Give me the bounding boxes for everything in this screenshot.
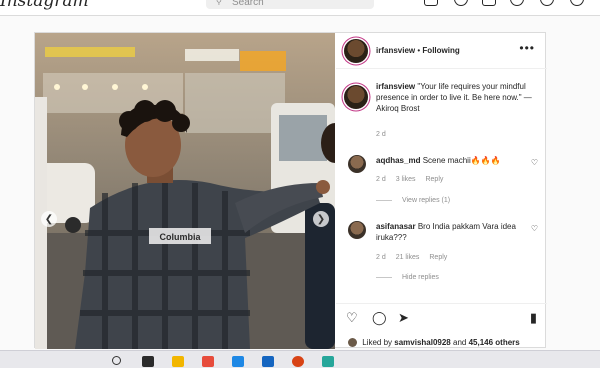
following-button[interactable]: Following xyxy=(422,46,459,55)
comment-avatar[interactable] xyxy=(348,221,366,239)
taskbar-search-icon[interactable] xyxy=(112,356,121,365)
app-icon[interactable] xyxy=(322,356,334,367)
activity-heart-icon[interactable] xyxy=(540,0,554,6)
new-post-icon[interactable] xyxy=(482,0,496,6)
shirt-logo-text: Columbia xyxy=(159,232,201,242)
search-placeholder: Search xyxy=(232,0,264,8)
search-icon: ⚲ xyxy=(216,0,222,6)
store-icon[interactable] xyxy=(202,356,214,367)
replies-line xyxy=(376,276,392,278)
author-avatar[interactable] xyxy=(344,39,368,63)
comment-username[interactable]: asifanasar xyxy=(376,222,416,231)
taskbar xyxy=(0,350,600,368)
author-username[interactable]: irfansview xyxy=(376,46,415,55)
comment-2: asifanasar Bro India pakkam Vara idea ir… xyxy=(376,221,536,243)
chrome-icon[interactable] xyxy=(292,356,304,367)
comment-reply-button[interactable]: Reply xyxy=(425,176,443,183)
share-icon[interactable]: ➤ xyxy=(398,310,409,326)
search-input[interactable]: ⚲ Search xyxy=(206,0,374,9)
more-options-icon[interactable]: ••• xyxy=(519,41,535,55)
home-icon[interactable] xyxy=(424,0,438,6)
photo-illustration: Columbia xyxy=(35,33,335,349)
post-header: irfansview • Following ••• xyxy=(336,33,547,69)
comment-likes[interactable]: 3 likes xyxy=(396,176,416,183)
replies-line xyxy=(376,199,392,201)
explore-icon[interactable] xyxy=(510,0,524,6)
comment-like-icon[interactable]: ♡ xyxy=(531,224,538,233)
liked-by-avatar xyxy=(348,338,357,348)
view-replies-label[interactable]: View replies (1) xyxy=(402,197,450,204)
view-replies[interactable]: View replies (1) xyxy=(376,197,450,204)
nav-icons xyxy=(424,0,592,8)
liked-by-count[interactable]: 45,146 others xyxy=(469,338,520,347)
post-side-pane: irfansview • Following ••• irfansview "Y… xyxy=(336,33,547,349)
top-navbar: Instagram ⚲ Search xyxy=(0,0,600,16)
profile-avatar-icon[interactable] xyxy=(570,0,584,6)
like-heart-icon[interactable]: ♡ xyxy=(346,310,358,326)
hide-replies-label[interactable]: Hide replies xyxy=(402,274,439,281)
task-view-icon[interactable] xyxy=(142,356,154,367)
liked-by-prefix: Liked by xyxy=(362,338,393,347)
comment-like-icon[interactable]: ♡ xyxy=(531,158,538,167)
caption: irfansview "Your life requires your mind… xyxy=(376,81,541,114)
post-actions: ♡ ◯ ➤ ▮ Liked by samvishal0928 and 45,14… xyxy=(336,303,547,349)
hide-replies[interactable]: Hide replies xyxy=(376,274,439,281)
comment-reply-button[interactable]: Reply xyxy=(429,254,447,261)
prev-arrow-icon[interactable]: ❮ xyxy=(41,211,57,227)
post-photo[interactable]: Columbia ❮ ❯ xyxy=(35,33,335,349)
liked-by-user[interactable]: samvishal0928 xyxy=(394,338,451,347)
edge-icon[interactable] xyxy=(232,356,244,367)
next-arrow-icon[interactable]: ❯ xyxy=(313,211,329,227)
file-explorer-icon[interactable] xyxy=(172,356,184,367)
comment-text: Scene machii🔥🔥🔥 xyxy=(422,156,501,165)
comment-time: 2 d xyxy=(376,176,386,183)
comment-1: aqdhas_md Scene machii🔥🔥🔥 xyxy=(376,155,536,166)
comment-icon[interactable]: ◯ xyxy=(372,310,387,326)
comment-meta: 2 d 3 likes Reply xyxy=(376,176,451,183)
direct-icon[interactable] xyxy=(454,0,468,6)
liked-by-and: and xyxy=(453,338,467,347)
caption-username[interactable]: irfansview xyxy=(376,82,415,91)
comment-time: 2 d xyxy=(376,254,386,261)
liked-by: Liked by samvishal0928 and 45,146 others xyxy=(348,338,520,348)
mail-icon[interactable] xyxy=(262,356,274,367)
comment-avatar[interactable] xyxy=(348,155,366,173)
post-modal: Columbia ❮ ❯ irfansview • Following ••• … xyxy=(34,32,547,349)
comment-username[interactable]: aqdhas_md xyxy=(376,156,420,165)
caption-avatar[interactable] xyxy=(344,85,368,109)
author-line: irfansview • Following xyxy=(376,46,460,55)
separator-dot: • xyxy=(417,46,421,55)
comment-likes[interactable]: 21 likes xyxy=(396,254,420,261)
instagram-logo[interactable]: Instagram xyxy=(0,0,89,11)
comment-meta: 2 d 21 likes Reply xyxy=(376,254,455,261)
caption-time: 2 d xyxy=(376,131,386,138)
save-bookmark-icon[interactable]: ▮ xyxy=(530,310,537,326)
